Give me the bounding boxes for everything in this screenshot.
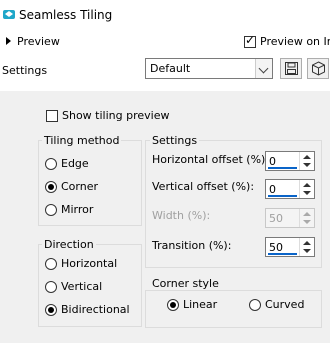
increment-arrow-icon[interactable] [303,183,311,187]
preview-on-image-checkbox[interactable] [244,33,256,48]
tiling-edge-radio[interactable] [45,158,57,170]
reset-preset-button[interactable] [307,58,329,79]
corner-curved-label: Curved [265,298,305,311]
direction-vertical-label: Vertical [61,280,103,293]
horizontal-offset-label: Horizontal offset (%): [152,153,270,166]
direction-vertical-radio[interactable] [45,281,57,293]
increment-arrow-icon[interactable] [303,155,311,159]
tiling-mirror-label: Mirror [61,203,94,216]
direction-horizontal-radio[interactable] [45,258,57,270]
width-value: 50 [269,212,283,225]
vertical-offset-stepper[interactable] [299,180,314,198]
decrement-arrow-icon [303,220,311,224]
transition-spinner[interactable]: 50 [265,237,315,257]
tiling-corner-label: Corner [61,180,99,193]
save-preset-button[interactable] [280,58,302,79]
corner-linear-label: Linear [183,298,218,311]
tiling-corner-radio[interactable] [45,181,57,193]
show-tiling-preview-label: Show tiling preview [62,109,170,122]
corner-style-title: Corner style [150,277,221,290]
chevron-down-icon[interactable] [255,59,272,78]
decrement-arrow-icon[interactable] [303,163,311,167]
direction-bidirectional-radio[interactable] [45,304,57,316]
tiling-method-title: Tiling method [42,134,122,147]
cube-icon [312,61,325,76]
tiling-edge-label: Edge [61,157,89,170]
horizontal-offset-bar [268,167,297,169]
preview-on-image-label: Preview on Im [260,35,330,48]
increment-arrow-icon[interactable] [303,241,311,245]
horizontal-offset-stepper[interactable] [299,152,314,170]
corner-linear-radio[interactable] [167,299,179,311]
increment-arrow-icon [303,212,311,216]
transition-stepper[interactable] [299,238,314,256]
width-stepper [299,209,314,227]
preview-toggle-label[interactable]: Preview [17,35,60,48]
seamless-tiling-app-icon [3,10,15,19]
transition-bar [268,253,297,255]
title-bar: Seamless Tiling [0,0,330,30]
vertical-offset-label: Vertical offset (%): [152,180,255,193]
vertical-offset-spinner[interactable]: 0 [265,179,315,199]
horizontal-offset-spinner[interactable]: 0 [265,151,315,171]
transition-label: Transition (%): [152,239,232,252]
tiling-mirror-radio[interactable] [45,204,57,216]
width-spinner: 50 [265,208,315,228]
settings-label: Settings [2,64,48,77]
preset-select-value: Default [150,62,191,75]
corner-curved-radio[interactable] [249,299,261,311]
expand-arrow-icon[interactable] [6,37,11,45]
direction-title: Direction [42,238,96,251]
vertical-offset-bar [268,195,297,197]
show-tiling-preview-checkbox[interactable] [46,110,58,122]
window-title: Seamless Tiling [19,8,113,22]
settings-group-title: Settings [150,134,200,147]
decrement-arrow-icon[interactable] [303,191,311,195]
preset-select[interactable]: Default [145,58,273,79]
decrement-arrow-icon[interactable] [303,249,311,253]
floppy-disk-icon [285,62,298,75]
settings-panel: Show tiling preview Tiling method Edge C… [0,91,330,343]
direction-horizontal-label: Horizontal [61,257,118,270]
direction-bidirectional-label: Bidirectional [61,303,130,316]
width-label: Width (%): [152,209,211,222]
